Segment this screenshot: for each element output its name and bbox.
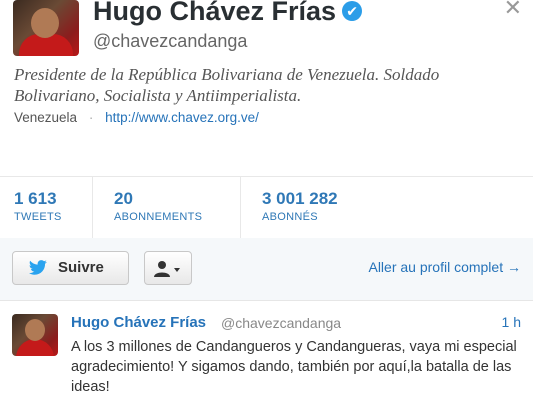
stat-following-label: ABONNEMENTS [114, 211, 203, 223]
tweet-avatar[interactable] [12, 314, 58, 356]
stat-tweets[interactable]: 1 613 TWEETS [14, 177, 92, 239]
stat-divider [240, 177, 241, 239]
tweet-text: A los 3 millones de Candangueros y Canda… [71, 339, 517, 395]
tweet-author-name[interactable]: Hugo Chávez Frías [71, 314, 206, 331]
stat-tweets-label: TWEETS [14, 211, 62, 223]
profile-location: Venezuela [14, 110, 78, 125]
stat-followers-label: ABONNÉS [262, 211, 318, 223]
verified-icon: ✔ [342, 1, 363, 21]
profile-actions: Suivre Aller au profil complet → [0, 238, 533, 301]
stat-following-count: 20 [114, 189, 133, 208]
tweet[interactable]: Hugo Chávez Frías @chavezcandanga 1 h A … [0, 301, 533, 400]
profile-name: Hugo Chávez Frías ✔ [93, 0, 363, 27]
avatar-face [31, 8, 59, 38]
stat-followers-count: 3 001 282 [262, 189, 338, 208]
follow-button[interactable]: Suivre [12, 251, 129, 285]
avatar-face [25, 319, 45, 341]
user-actions-button[interactable] [144, 251, 192, 285]
profile-header: Hugo Chávez Frías ✔ ✕ @chavezcandanga Pre… [0, 0, 533, 170]
profile-website-link[interactable]: http://www.chavez.org.ve/ [105, 110, 259, 125]
twitter-bird-icon [28, 260, 47, 275]
profile-name-text: Hugo Chávez Frías [93, 0, 337, 26]
tweet-timestamp[interactable]: 1 h [502, 314, 521, 330]
user-dropdown-icon [154, 261, 180, 277]
close-icon[interactable]: ✕ [504, 0, 522, 21]
profile-stats: 1 613 TWEETS 20 ABONNEMENTS 3 001 282 AB… [0, 176, 533, 240]
avatar-shirt [16, 339, 54, 356]
avatar[interactable] [13, 0, 79, 56]
profile-handle: @chavezcandanga [93, 31, 248, 51]
profile-bio: Presidente de la República Bolivariana d… [14, 65, 440, 105]
tweet-author-handle: @chavezcandanga [221, 315, 342, 331]
full-profile-link[interactable]: Aller au profil complet → [368, 259, 521, 275]
stat-followers[interactable]: 3 001 282 ABONNÉS [262, 177, 412, 239]
profile-meta: Venezuela · http://www.chavez.org.ve/ [14, 110, 259, 125]
stat-following[interactable]: 20 ABONNEMENTS [114, 177, 240, 239]
stat-divider [92, 177, 93, 239]
stat-tweets-count: 1 613 [14, 189, 57, 208]
meta-separator: · [88, 110, 94, 125]
follow-button-label: Suivre [58, 259, 104, 276]
